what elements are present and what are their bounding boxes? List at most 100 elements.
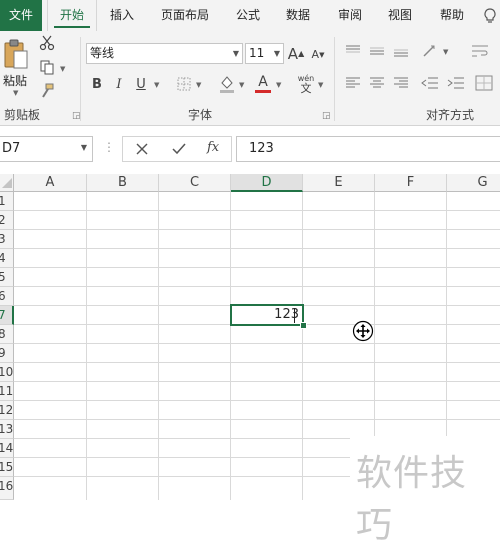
chevron-down-icon[interactable]: ▼ (60, 65, 65, 73)
cancel-icon[interactable] (135, 142, 149, 159)
italic-button[interactable]: I (111, 74, 127, 94)
column-header-e[interactable]: E (303, 174, 375, 192)
chevron-down-icon[interactable]: ▼ (274, 44, 280, 63)
column-header-d[interactable]: D (231, 174, 303, 192)
align-bottom-icon[interactable] (392, 43, 410, 59)
column-header-g[interactable]: G (447, 174, 500, 192)
copy-icon[interactable] (38, 58, 56, 76)
format-painter-icon[interactable] (38, 82, 56, 100)
align-center-icon[interactable] (368, 75, 386, 91)
align-middle-icon[interactable] (368, 43, 386, 59)
column-header-c[interactable]: C (159, 174, 231, 192)
column-header-b[interactable]: B (87, 174, 159, 192)
fill-handle[interactable] (300, 322, 307, 329)
paste-label[interactable]: 粘贴 (3, 72, 27, 89)
chevron-down-icon[interactable]: ▼ (154, 81, 159, 89)
text-cursor (294, 308, 295, 323)
name-box[interactable]: D7 ▼ (0, 136, 93, 162)
tab-help[interactable]: 帮助 (430, 0, 474, 31)
tab-formulas[interactable]: 公式 (226, 0, 270, 31)
move-cursor-icon (352, 320, 374, 345)
row-header[interactable]: 12 (0, 401, 14, 420)
tab-view[interactable]: 视图 (378, 0, 422, 31)
row-header[interactable]: 5 (0, 268, 14, 287)
tab-page-layout[interactable]: 页面布局 (154, 0, 216, 31)
shrink-font-glyph: A (311, 48, 320, 61)
decrease-indent-icon[interactable] (420, 75, 440, 91)
bold-button[interactable]: B (89, 74, 105, 94)
fill-color-icon[interactable] (218, 74, 236, 94)
name-box-value: D7 (2, 141, 21, 156)
gridline (14, 343, 500, 344)
column-header-a[interactable]: A (14, 174, 87, 192)
formula-buttons-group: fx (122, 136, 232, 162)
row-header[interactable]: 6 (0, 287, 14, 306)
chevron-down-icon[interactable]: ▼ (318, 81, 323, 89)
gridline (14, 286, 500, 287)
tab-data[interactable]: 数据 (276, 0, 320, 31)
row-header[interactable]: 11 (0, 382, 14, 401)
row-header[interactable]: 16 (0, 477, 14, 500)
formula-input[interactable]: 123 (236, 136, 500, 162)
active-cell-d7[interactable]: 123 (230, 304, 304, 326)
lightbulb-icon[interactable] (480, 0, 500, 31)
decrease-font-size-button[interactable]: A ▼ (310, 45, 326, 64)
group-divider (80, 37, 81, 121)
dialog-launcher-icon[interactable]: ◲ (322, 111, 331, 121)
row-header-selected[interactable]: 7 (0, 306, 14, 325)
font-group-label: 字体 (187, 108, 212, 122)
insert-function-button[interactable]: fx (207, 140, 219, 155)
row-header[interactable]: 15 (0, 458, 14, 477)
underline-button[interactable]: U (133, 74, 149, 94)
chevron-down-icon[interactable]: ▼ (233, 44, 239, 63)
row-header[interactable]: 2 (0, 211, 14, 230)
paste-icon[interactable] (1, 37, 31, 73)
chevron-down-icon[interactable]: ▼ (13, 89, 18, 97)
column-header-f[interactable]: F (375, 174, 447, 192)
align-top-icon[interactable] (344, 43, 362, 59)
enter-checkmark-icon[interactable] (171, 142, 187, 159)
row-header[interactable]: 14 (0, 439, 14, 458)
wrap-text-icon[interactable] (470, 42, 490, 60)
tab-review[interactable]: 审阅 (328, 0, 372, 31)
gridline (14, 267, 500, 268)
tab-insert[interactable]: 插入 (100, 0, 144, 31)
group-divider (334, 37, 335, 121)
chevron-down-icon[interactable]: ▼ (196, 81, 201, 89)
row-header[interactable]: 4 (0, 249, 14, 268)
cut-icon[interactable] (38, 34, 56, 52)
gridline (14, 248, 500, 249)
phonetic-guide-button[interactable]: wén 文 (296, 72, 316, 96)
row-header[interactable]: 1 (0, 192, 14, 211)
chevron-down-icon[interactable]: ▼ (239, 81, 244, 89)
increase-font-size-button[interactable]: A ▲ (288, 43, 304, 64)
phonetic-bottom-text: 文 (300, 82, 312, 95)
font-color-button[interactable]: A (254, 73, 272, 95)
align-right-icon[interactable] (392, 75, 410, 91)
ribbon-tab-bar: 文件 开始 插入 页面布局 公式 数据 审阅 视图 帮助 (0, 0, 500, 31)
font-size-combo[interactable]: 11 ▼ (245, 43, 284, 64)
row-header[interactable]: 8 (0, 325, 14, 344)
row-header[interactable]: 10 (0, 363, 14, 382)
borders-icon[interactable] (176, 76, 192, 92)
tab-home[interactable]: 开始 (47, 0, 97, 31)
font-color-bar (255, 90, 271, 93)
formula-input-value: 123 (249, 141, 274, 156)
chevron-down-icon[interactable]: ▼ (276, 81, 281, 89)
increase-indent-icon[interactable] (446, 75, 466, 91)
chevron-down-icon[interactable]: ▼ (443, 48, 448, 56)
select-all-corner[interactable] (0, 174, 14, 192)
watermark: 软件技巧 (350, 436, 500, 546)
align-left-icon[interactable] (344, 75, 362, 91)
gridline (14, 400, 500, 401)
gridline (86, 192, 87, 500)
font-name-combo[interactable]: 等线 ▼ (86, 43, 243, 64)
merge-center-icon[interactable] (474, 74, 494, 92)
tab-file[interactable]: 文件 (0, 0, 42, 31)
row-header[interactable]: 3 (0, 230, 14, 249)
chevron-down-icon[interactable]: ▼ (81, 143, 87, 152)
row-header[interactable]: 13 (0, 420, 14, 439)
row-header[interactable]: 9 (0, 344, 14, 363)
orientation-icon[interactable] (420, 42, 440, 60)
alignment-group-label: 对齐方式 (425, 108, 474, 122)
